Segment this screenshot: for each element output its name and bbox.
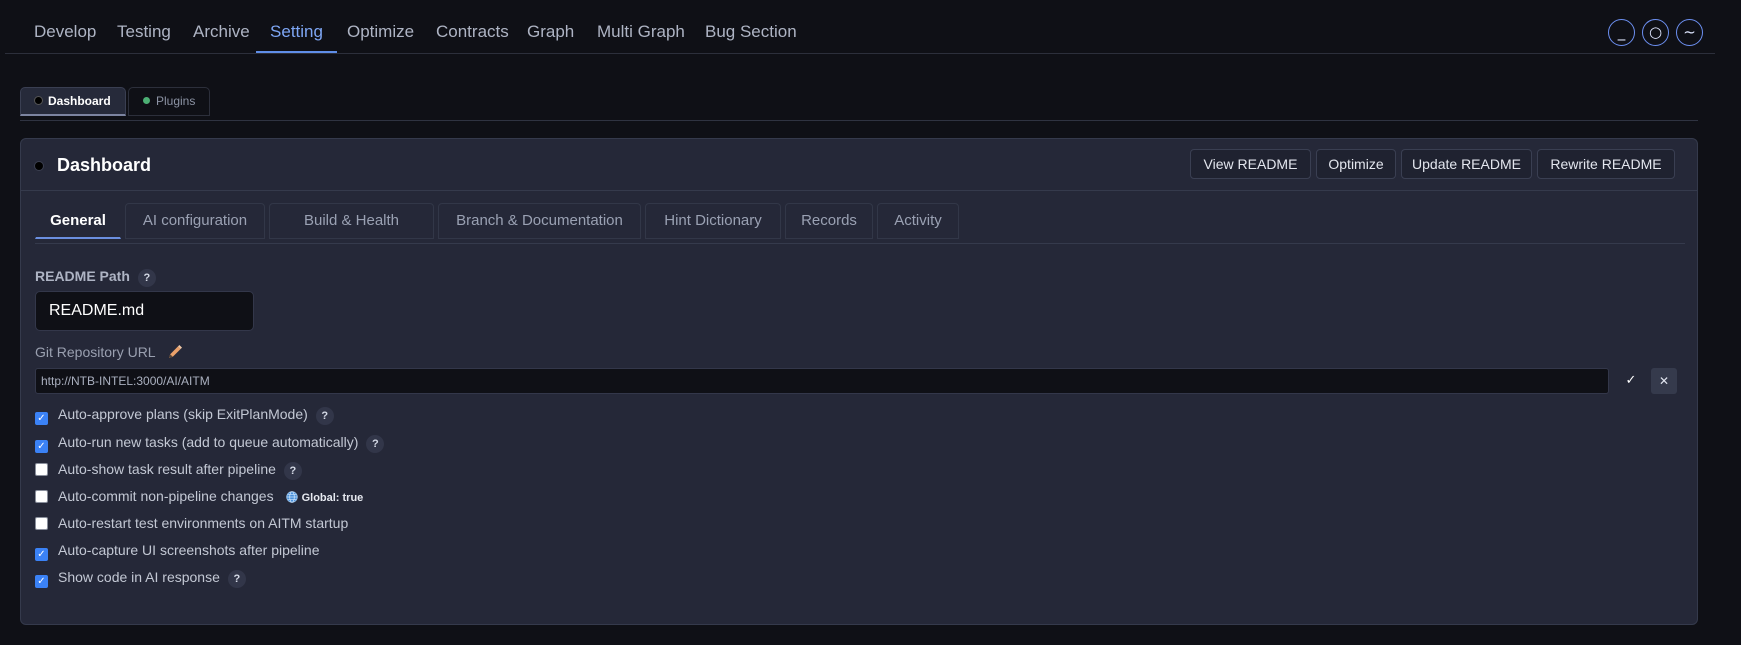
pencil-icon[interactable]: [167, 344, 183, 360]
help-icon[interactable]: ?: [227, 570, 246, 588]
auto-show-checkbox[interactable]: [35, 463, 48, 476]
globe-icon: [285, 491, 298, 503]
settings-tabs: General AI configuration Build & Health …: [35, 203, 1685, 244]
checkbox-label: Auto-capture UI screenshots after pipeli…: [58, 542, 320, 558]
subtab-plugins-label: Plugins: [156, 94, 196, 108]
help-icon[interactable]: ?: [315, 407, 334, 425]
git-url-input[interactable]: [35, 368, 1609, 394]
panel-title: Dashboard: [57, 155, 152, 175]
nav-tab-multi-graph[interactable]: Multi Graph: [597, 0, 685, 53]
nav-tab-setting[interactable]: Setting: [256, 0, 337, 53]
panel-header: Dashboard View README Optimize Update RE…: [21, 139, 1697, 191]
checkbox-row-auto-capture: ✓ Auto-capture UI screenshots after pipel…: [35, 542, 319, 562]
checkbox-label: Auto-restart test environments on AITM s…: [58, 515, 349, 531]
tab-activity[interactable]: Activity: [877, 203, 959, 239]
checkbox-label: Auto-commit non-pipeline changes: [58, 488, 274, 504]
nav-tab-archive[interactable]: Archive: [193, 0, 250, 53]
auto-commit-checkbox[interactable]: [35, 490, 48, 503]
checkbox-label: Auto-approve plans (skip ExitPlanMode): [58, 406, 308, 422]
optimize-button[interactable]: Optimize: [1316, 149, 1396, 179]
checkbox-label: Auto-show task result after pipeline: [58, 461, 276, 477]
tab-general[interactable]: General: [35, 203, 121, 239]
checkbox-row-auto-restart: Auto-restart test environments on AITM s…: [35, 515, 348, 535]
tab-hint-dictionary[interactable]: Hint Dictionary: [645, 203, 781, 239]
checkbox-row-auto-approve: ✓ Auto-approve plans (skip ExitPlanMode)?: [35, 406, 334, 426]
global-badge: Global: true: [285, 491, 364, 504]
checkbox-row-auto-run: ✓ Auto-run new tasks (add to queue automa…: [35, 434, 385, 454]
help-icon[interactable]: ?: [283, 462, 302, 480]
readme-path-label-text: README Path: [35, 268, 130, 284]
git-url-label-text: Git Repository URL: [35, 344, 156, 360]
subtab-dashboard-label: Dashboard: [48, 94, 111, 108]
help-icon[interactable]: ?: [366, 435, 385, 453]
auto-capture-checkbox[interactable]: ✓: [35, 548, 48, 561]
auto-approve-checkbox[interactable]: ✓: [35, 412, 48, 425]
update-readme-button[interactable]: Update README: [1401, 149, 1532, 179]
checkbox-row-auto-commit: Auto-commit non-pipeline changes Global: …: [35, 488, 363, 508]
title-dot-icon: [35, 162, 43, 170]
minimize-button[interactable]: _: [1608, 19, 1635, 46]
tab-records[interactable]: Records: [785, 203, 873, 239]
git-url-label: Git Repository URL: [35, 344, 183, 360]
nav-tab-graph[interactable]: Graph: [527, 0, 574, 53]
show-code-checkbox[interactable]: ✓: [35, 575, 48, 588]
help-icon[interactable]: ?: [137, 269, 156, 287]
readme-path-input[interactable]: [35, 291, 254, 331]
confirm-url-icon[interactable]: ✓: [1618, 368, 1644, 394]
nav-tab-bug-section[interactable]: Bug Section: [705, 0, 797, 53]
restore-button[interactable]: ~: [1676, 19, 1703, 46]
checkbox-row-show-code: ✓ Show code in AI response?: [35, 569, 246, 589]
auto-run-checkbox[interactable]: ✓: [35, 440, 48, 453]
nav-tab-testing[interactable]: Testing: [117, 0, 171, 53]
checkbox-label: Show code in AI response: [58, 569, 220, 585]
tab-ai-configuration[interactable]: AI configuration: [125, 203, 265, 239]
nav-tab-optimize[interactable]: Optimize: [347, 0, 414, 53]
nav-tab-develop[interactable]: Develop: [34, 0, 96, 53]
readme-path-label: README Path?: [35, 268, 156, 287]
rewrite-readme-button[interactable]: Rewrite README: [1537, 149, 1675, 179]
sub-tabs: Dashboard Plugins: [20, 86, 1698, 121]
top-navigation: Develop Testing Archive Setting Optimize…: [5, 0, 1715, 54]
maximize-button[interactable]: ○: [1642, 19, 1669, 46]
global-badge-text: Global: true: [301, 492, 364, 504]
dashboard-panel: Dashboard View README Optimize Update RE…: [20, 138, 1698, 625]
view-readme-button[interactable]: View README: [1190, 149, 1311, 179]
cancel-url-icon[interactable]: ✕: [1651, 368, 1677, 394]
tab-branch-documentation[interactable]: Branch & Documentation: [438, 203, 641, 239]
status-dot: [35, 97, 42, 104]
auto-restart-checkbox[interactable]: [35, 517, 48, 530]
status-dot: [143, 97, 150, 104]
subtab-dashboard[interactable]: Dashboard: [20, 87, 126, 116]
subtab-plugins[interactable]: Plugins: [128, 87, 210, 116]
tab-build-health[interactable]: Build & Health: [269, 203, 434, 239]
checkbox-label: Auto-run new tasks (add to queue automat…: [58, 434, 359, 450]
checkbox-row-auto-show: Auto-show task result after pipeline?: [35, 461, 302, 481]
nav-tab-contracts[interactable]: Contracts: [436, 0, 509, 53]
